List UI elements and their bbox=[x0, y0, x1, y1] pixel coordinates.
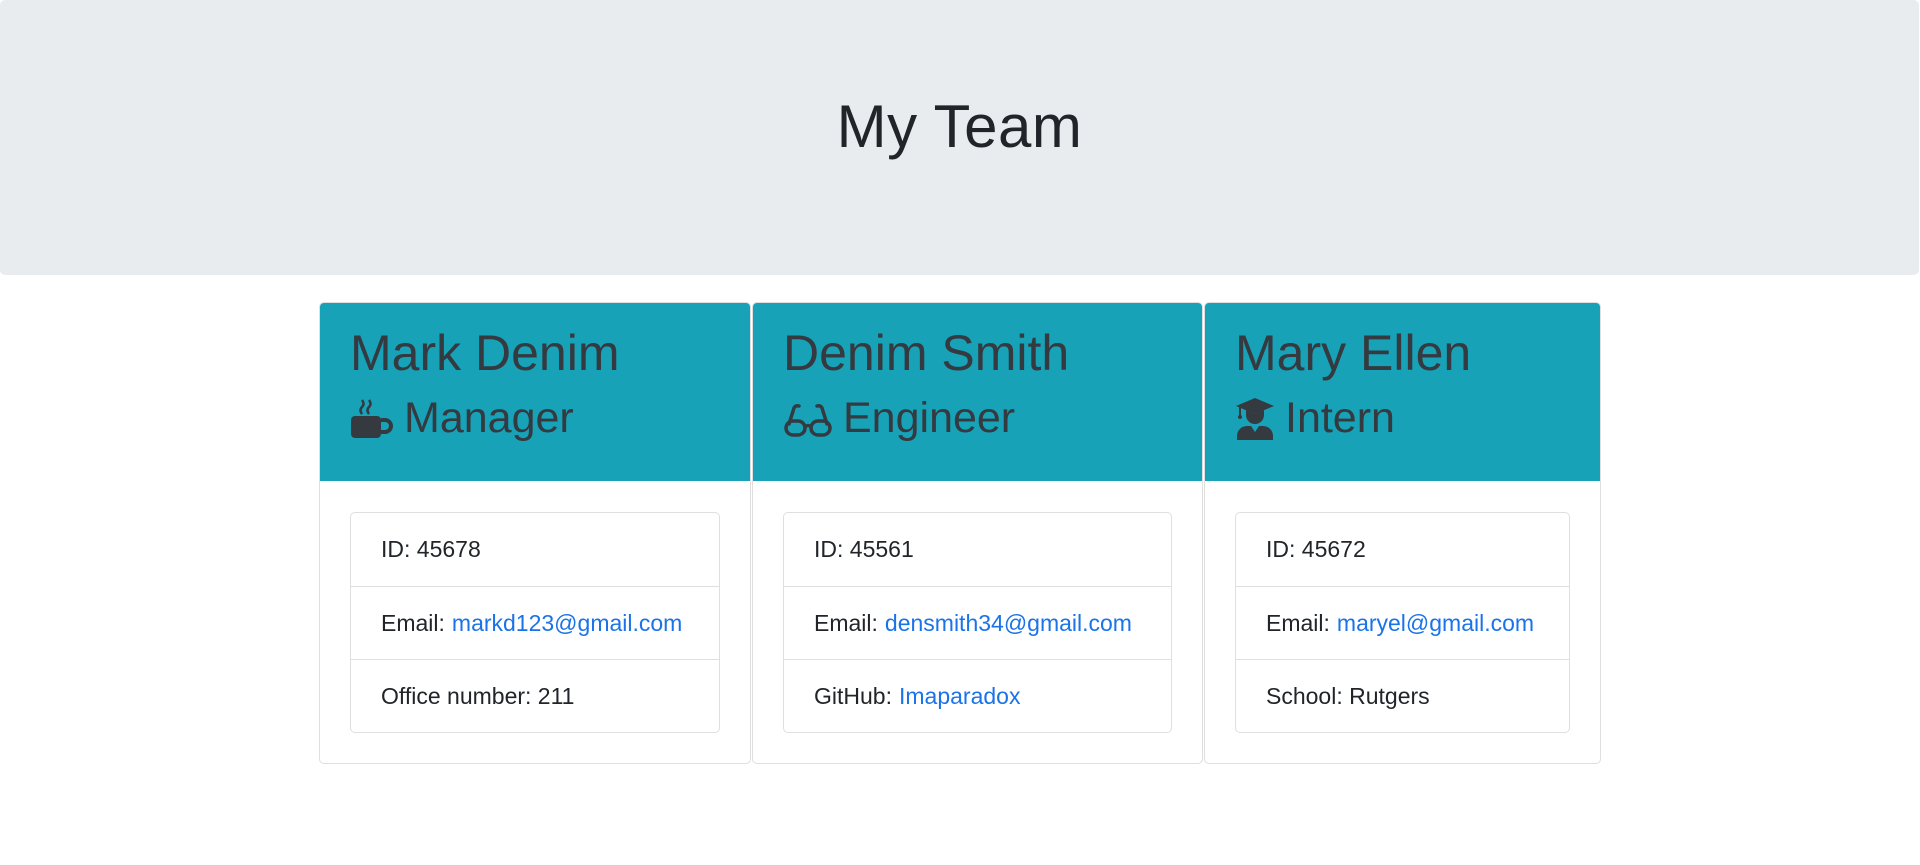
email-label: Email: bbox=[381, 609, 445, 636]
card-body: ID: 45672 Email: maryel@gmail.com School… bbox=[1205, 481, 1600, 763]
employee-details-list: ID: 45561 Email: densmith34@gmail.com Gi… bbox=[783, 512, 1172, 733]
coffee-mug-icon bbox=[350, 396, 394, 440]
role-label: Engineer bbox=[843, 394, 1016, 442]
id-row: ID: 45678 bbox=[351, 513, 719, 586]
id-text: ID: 45678 bbox=[381, 536, 481, 562]
graduate-icon bbox=[1235, 396, 1275, 440]
office-number-text: Office number: 211 bbox=[381, 682, 575, 709]
email-label: Email: bbox=[1266, 609, 1330, 636]
email-row: Email: markd123@gmail.com bbox=[351, 586, 719, 659]
employee-role: Manager bbox=[350, 393, 720, 443]
github-row: GitHub: Imaparadox bbox=[784, 659, 1171, 732]
email-link[interactable]: densmith34@gmail.com bbox=[885, 610, 1132, 637]
card-body: ID: 45561 Email: densmith34@gmail.com Gi… bbox=[753, 481, 1202, 763]
role-label: Intern bbox=[1285, 394, 1395, 442]
email-link[interactable]: maryel@gmail.com bbox=[1337, 610, 1534, 637]
employee-card-intern: Mary Ellen Intern ID: 45672 Email: marye… bbox=[1204, 302, 1601, 764]
card-body: ID: 45678 Email: markd123@gmail.com Offi… bbox=[320, 481, 750, 763]
school-text: School: Rutgers bbox=[1266, 682, 1430, 709]
id-text: ID: 45561 bbox=[814, 536, 914, 562]
employee-role: Engineer bbox=[783, 393, 1172, 443]
role-label: Manager bbox=[404, 394, 574, 442]
page-header: My Team bbox=[0, 0, 1919, 275]
email-label: Email: bbox=[814, 609, 878, 636]
id-row: ID: 45561 bbox=[784, 513, 1171, 586]
school-row: School: Rutgers bbox=[1236, 659, 1569, 732]
employee-name: Mary Ellen bbox=[1235, 325, 1472, 381]
glasses-icon bbox=[783, 396, 833, 440]
employee-name: Mark Denim bbox=[350, 325, 620, 381]
card-header: Denim Smith Engineer bbox=[753, 303, 1202, 481]
card-header: Mary Ellen Intern bbox=[1205, 303, 1600, 481]
card-header: Mark Denim Manager bbox=[320, 303, 750, 481]
employee-role: Intern bbox=[1235, 393, 1570, 443]
employee-card-manager: Mark Denim Manager ID: 45678 Email: mark… bbox=[319, 302, 751, 764]
page-title: My Team bbox=[836, 93, 1083, 160]
employee-name: Denim Smith bbox=[783, 325, 1070, 381]
office-number-row: Office number: 211 bbox=[351, 659, 719, 732]
employee-details-list: ID: 45672 Email: maryel@gmail.com School… bbox=[1235, 512, 1570, 733]
email-row: Email: maryel@gmail.com bbox=[1236, 586, 1569, 659]
github-link[interactable]: Imaparadox bbox=[899, 683, 1020, 710]
id-text: ID: 45672 bbox=[1266, 536, 1366, 562]
employee-card-engineer: Denim Smith Engineer ID: 45561 Email: de… bbox=[752, 302, 1203, 764]
email-link[interactable]: markd123@gmail.com bbox=[452, 610, 682, 637]
email-row: Email: densmith34@gmail.com bbox=[784, 586, 1171, 659]
id-row: ID: 45672 bbox=[1236, 513, 1569, 586]
github-label: GitHub: bbox=[814, 682, 892, 709]
employee-details-list: ID: 45678 Email: markd123@gmail.com Offi… bbox=[350, 512, 720, 733]
